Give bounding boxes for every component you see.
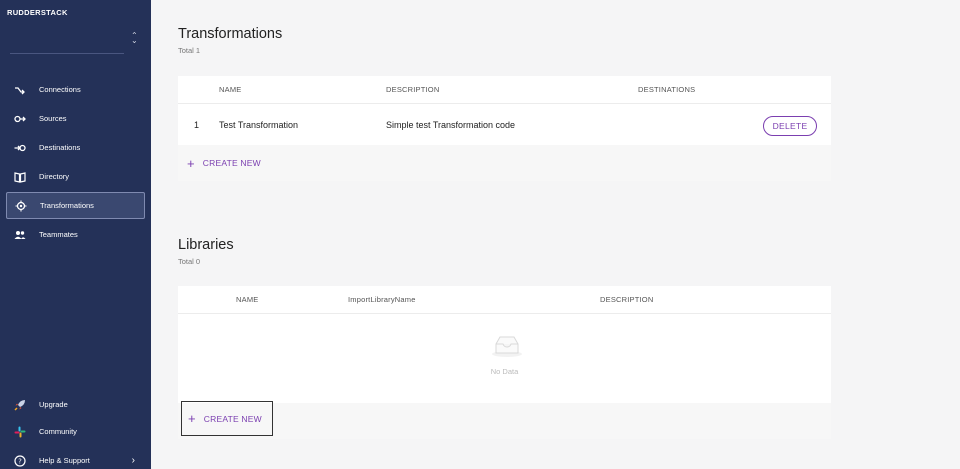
- libraries-title: Libraries: [178, 237, 234, 253]
- sidebar-item-directory[interactable]: Directory: [6, 163, 145, 190]
- people-icon: [13, 228, 27, 242]
- sidebar-item-label: Sources: [39, 114, 67, 123]
- plus-icon: +: [187, 155, 195, 171]
- column-header-description: DESCRIPTION: [386, 85, 440, 94]
- destinations-icon: [13, 141, 27, 155]
- create-label: CREATE NEW: [203, 413, 262, 424]
- empty-text: No Data: [490, 367, 519, 376]
- rudderstack-logo: RUDDERSTACK: [7, 8, 68, 17]
- create-row: + CREATE NEW: [178, 401, 831, 439]
- transformations-table: NAME DESCRIPTION DESTINATIONS 1 Test Tra…: [178, 76, 831, 181]
- slack-icon: [13, 425, 27, 439]
- libraries-total: Total 0: [178, 257, 201, 266]
- sidebar-item-upgrade[interactable]: Upgrade: [6, 391, 145, 418]
- sidebar-item-teammates[interactable]: Teammates: [6, 221, 145, 248]
- book-icon: [13, 170, 27, 184]
- svg-text:?: ?: [18, 457, 22, 465]
- rocket-icon: [13, 398, 27, 412]
- transformation-description: Simple test Transformation code: [386, 120, 516, 130]
- sidebar-item-community[interactable]: Community: [6, 418, 145, 445]
- create-row: + CREATE NEW: [178, 145, 831, 181]
- sidebar-item-label: Teammates: [39, 230, 78, 239]
- transformations-total: Total 1: [178, 46, 201, 55]
- libraries-table: NAME ImportLibraryName DESCRIPTION No Da…: [178, 286, 831, 439]
- sidebar-item-transformations[interactable]: Transformations: [6, 192, 145, 219]
- sidebar: RUDDERSTACK ⌃ ⌄ Connections Sources Desti…: [0, 0, 151, 469]
- chevron-right-icon: ›: [131, 455, 135, 466]
- header-divider: [178, 313, 831, 314]
- help-icon: ?: [13, 454, 27, 468]
- create-transformation-button[interactable]: + CREATE NEW: [181, 145, 261, 181]
- sidebar-item-destinations[interactable]: Destinations: [6, 134, 145, 161]
- workspace-select[interactable]: [10, 28, 124, 54]
- transformation-name[interactable]: Test Transformation: [219, 120, 298, 130]
- sidebar-item-label: Connections: [39, 85, 81, 94]
- select-arrows-icon[interactable]: ⌃ ⌄: [131, 32, 138, 45]
- delete-button[interactable]: DELETE: [763, 116, 817, 136]
- sidebar-item-label: Community: [39, 427, 77, 436]
- sidebar-item-label: Directory: [39, 172, 70, 181]
- sidebar-item-sources[interactable]: Sources: [6, 105, 145, 132]
- column-header-import-library-name: ImportLibraryName: [348, 295, 416, 304]
- transformations-title: Transformations: [178, 26, 283, 42]
- empty-inbox-icon: [491, 334, 523, 363]
- sidebar-item-label: Transformations: [40, 201, 94, 210]
- transformations-icon: [14, 199, 28, 213]
- sources-icon: [13, 112, 27, 126]
- header-divider: [178, 103, 831, 104]
- sidebar-item-label: Help & Support: [39, 456, 90, 465]
- column-header-description: DESCRIPTION: [600, 295, 654, 304]
- create-label: CREATE NEW: [202, 158, 261, 168]
- sidebar-item-label: Upgrade: [39, 400, 68, 409]
- connections-icon: [13, 83, 27, 97]
- create-library-button[interactable]: + CREATE NEW: [181, 401, 273, 436]
- column-header-name: NAME: [236, 295, 259, 304]
- plus-icon: +: [188, 411, 196, 426]
- sidebar-item-help-support[interactable]: ? Help & Support ›: [6, 447, 145, 469]
- column-header-name: NAME: [219, 85, 242, 94]
- sidebar-item-label: Destinations: [39, 143, 81, 152]
- sidebar-item-connections[interactable]: Connections: [6, 76, 145, 103]
- column-header-destinations: DESTINATIONS: [638, 85, 696, 94]
- row-index: 1: [194, 120, 200, 130]
